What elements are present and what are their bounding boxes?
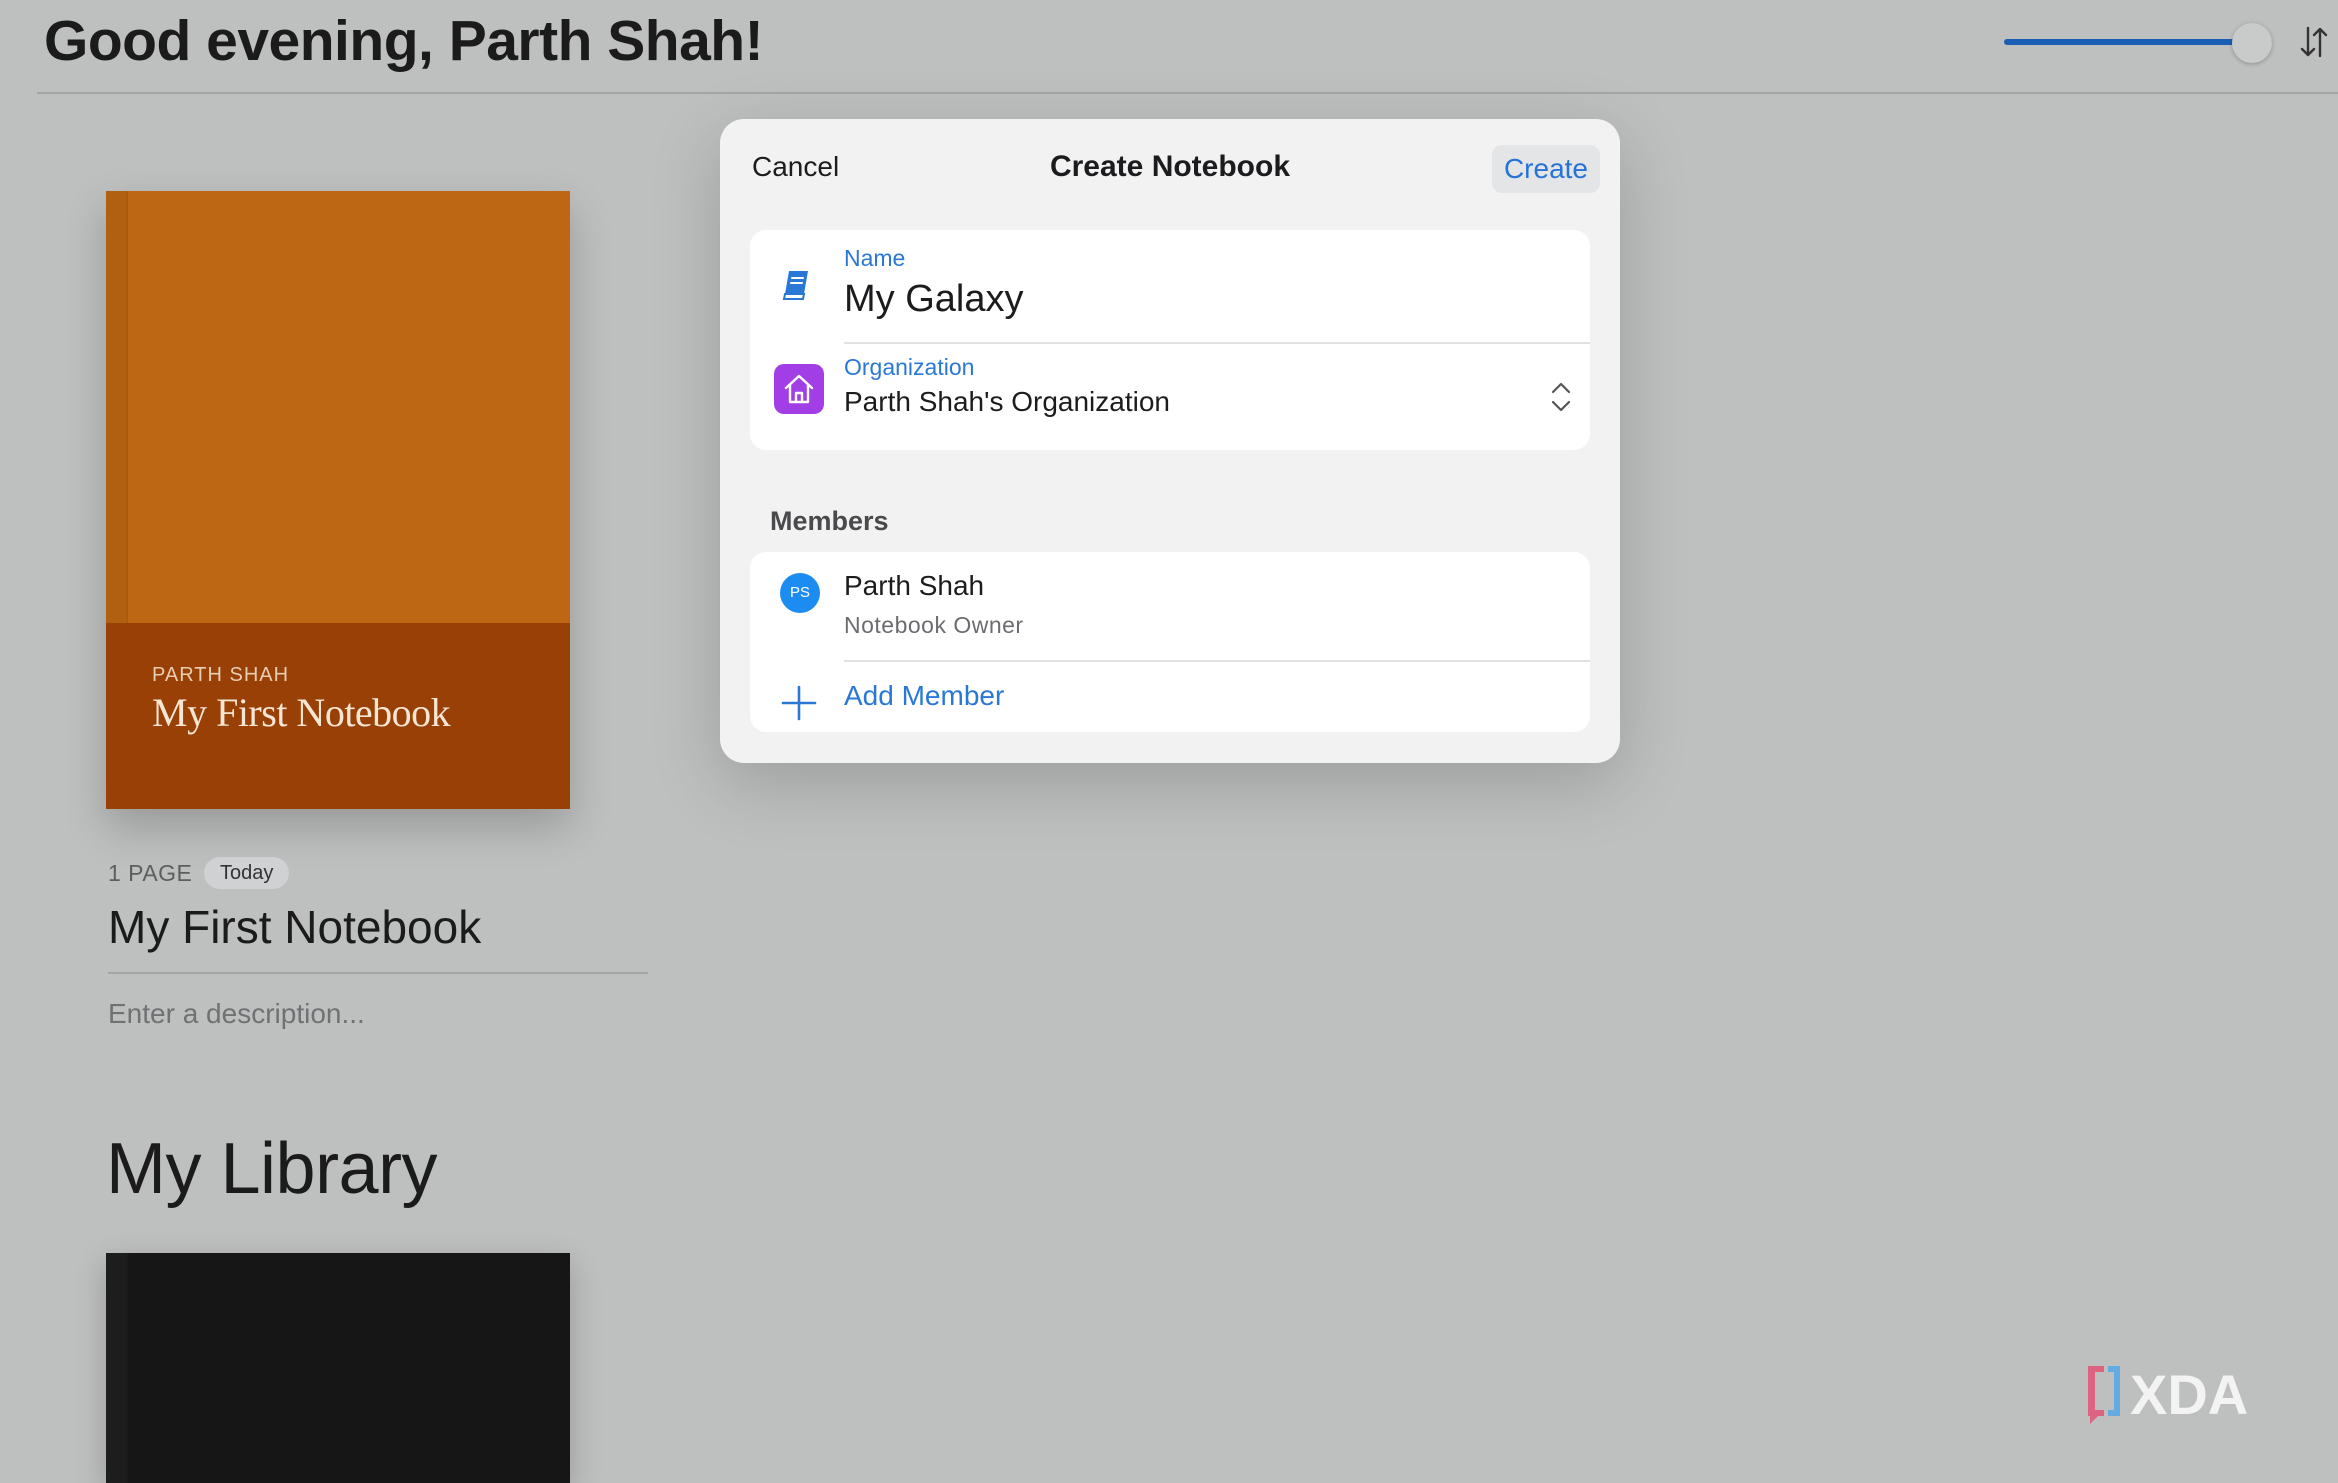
notebook-title[interactable]: My First Notebook: [108, 900, 481, 954]
library-notebook-cover[interactable]: [106, 1253, 570, 1483]
page-count: 1 PAGE: [108, 860, 193, 886]
create-button[interactable]: Create: [1491, 145, 1600, 193]
house-icon: [774, 364, 824, 414]
create-notebook-dialog: Cancel Create Notebook Create Name My Ga…: [720, 119, 1620, 763]
organization-label: Organization: [844, 354, 975, 380]
title-divider: [108, 972, 648, 974]
chevron-up-down-icon[interactable]: [1550, 380, 1572, 414]
member-name: Parth Shah: [844, 570, 985, 601]
members-group: PS Parth Shah Notebook Owner Add Member: [750, 552, 1590, 732]
dialog-title: Create Notebook: [1049, 150, 1291, 183]
xda-watermark-logo: XDA: [2088, 1363, 2248, 1426]
name-label: Name: [844, 245, 906, 271]
cover-author: PARTH SHAH: [152, 664, 290, 686]
header-divider: [37, 92, 2338, 94]
svg-text:XDA: XDA: [2130, 1363, 2248, 1426]
row-divider: [844, 660, 1590, 662]
notebook-details-group: Name My Galaxy Organization Parth Shah's…: [750, 230, 1590, 450]
add-member-button[interactable]: Add Member: [844, 680, 1004, 712]
zoom-slider-knob[interactable]: [2232, 23, 2272, 63]
plus-icon[interactable]: [780, 684, 818, 722]
sort-icon[interactable]: [2299, 24, 2329, 60]
organization-row[interactable]: Organization Parth Shah's Organization: [750, 344, 1590, 450]
organization-select[interactable]: Parth Shah's Organization: [844, 386, 1170, 418]
member-role: Notebook Owner: [844, 612, 1024, 638]
cover-title: My First Notebook: [152, 690, 451, 735]
notebook-icon: [782, 271, 808, 300]
library-title: My Library: [106, 1129, 438, 1209]
name-input[interactable]: My Galaxy: [844, 278, 1023, 321]
date-badge: Today: [204, 857, 290, 889]
name-row[interactable]: Name My Galaxy: [750, 230, 1590, 342]
description-input[interactable]: Enter a description...: [108, 998, 365, 1030]
member-row[interactable]: PS Parth Shah Notebook Owner: [750, 552, 1590, 660]
members-section-header: Members: [770, 506, 889, 536]
notebook-cover[interactable]: PARTH SHAH My First Notebook: [106, 191, 570, 809]
cover-spine: [106, 1253, 128, 1483]
avatar: PS: [780, 573, 820, 613]
greeting-title: Good evening, Parth Shah!: [44, 9, 764, 73]
